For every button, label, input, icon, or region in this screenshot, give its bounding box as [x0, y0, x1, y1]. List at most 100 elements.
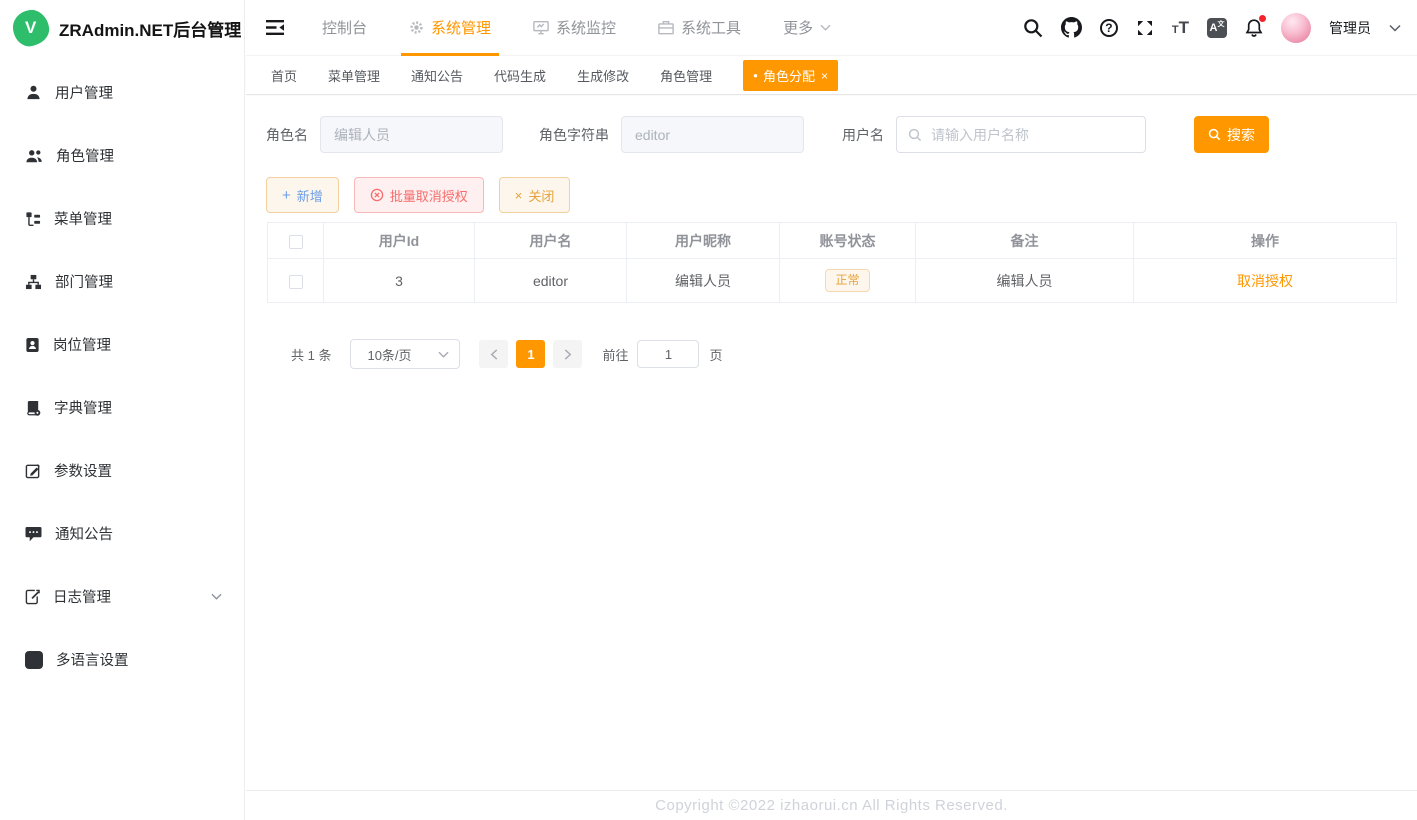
sidebar-item-post-mgmt[interactable]: 岗位管理 — [0, 313, 244, 376]
nav-item-system-monitor[interactable]: 系统监控 — [512, 0, 637, 55]
sidebar-item-dict-mgmt[interactable]: 字典管理 — [0, 376, 244, 439]
tab-home[interactable]: 首页 — [271, 66, 297, 85]
logo-icon: V — [11, 8, 52, 49]
chevron-down-icon — [438, 351, 449, 358]
cell-actions: 取消授权 — [1134, 259, 1397, 303]
sidebar-item-label: 菜单管理 — [54, 208, 112, 229]
username[interactable]: 管理员 — [1329, 18, 1371, 38]
cell-nickname: 编辑人员 — [627, 259, 780, 303]
username-input[interactable] — [931, 127, 1134, 143]
cell-status: 正常 — [780, 259, 916, 303]
search-button[interactable]: 搜索 — [1194, 116, 1269, 153]
font-size-icon[interactable]: TT — [1172, 19, 1189, 36]
filter-form: 角色名 角色字符串 用户名 搜索 — [266, 116, 1269, 153]
next-page-button[interactable] — [553, 340, 582, 368]
sidebar-item-menu-mgmt[interactable]: 菜单管理 — [0, 187, 244, 250]
sidebar-item-user-mgmt[interactable]: 用户管理 — [0, 61, 244, 124]
goto-page-input[interactable] — [637, 340, 699, 368]
github-icon[interactable] — [1061, 17, 1082, 38]
tab-role-mgmt[interactable]: 角色管理 — [660, 66, 712, 85]
users-table: 用户Id 用户名 用户昵称 账号状态 备注 操作 3 editor 编辑人员 正… — [267, 222, 1397, 303]
sidebar-item-label: 部门管理 — [55, 271, 113, 292]
role-name-label: 角色名 — [266, 125, 308, 145]
sidebar-item-label: 字典管理 — [54, 397, 112, 418]
col-actions: 操作 — [1134, 223, 1397, 259]
close-icon[interactable]: × — [821, 70, 828, 82]
revoke-auth-link[interactable]: 取消授权 — [1237, 273, 1293, 289]
search-icon — [1208, 128, 1221, 141]
chevron-down-icon[interactable] — [211, 593, 222, 600]
cell-remark: 编辑人员 — [916, 259, 1134, 303]
pagination: 共 1 条 10条/页 1 前往 页 — [291, 339, 723, 369]
page-1-button[interactable]: 1 — [516, 340, 545, 368]
sidebar-item-dept-mgmt[interactable]: 部门管理 — [0, 250, 244, 313]
prev-page-button[interactable] — [479, 340, 508, 368]
role-key-label: 角色字符串 — [539, 125, 609, 145]
add-button[interactable]: + 新增 — [266, 177, 339, 213]
sidebar-item-label: 参数设置 — [54, 460, 112, 481]
search-icon[interactable] — [1023, 18, 1043, 38]
toolbar: + 新增 批量取消授权 × 关闭 — [266, 177, 570, 213]
tab-menu-mgmt[interactable]: 菜单管理 — [328, 66, 380, 85]
fullscreen-icon[interactable] — [1136, 19, 1154, 37]
menu-tree-icon — [25, 211, 41, 227]
plus-icon: + — [282, 187, 291, 204]
col-username: 用户名 — [475, 223, 627, 259]
status-badge: 正常 — [825, 269, 869, 291]
sidebar-item-param-settings[interactable]: 参数设置 — [0, 439, 244, 502]
bell-icon[interactable] — [1245, 18, 1263, 37]
sidebar-collapse-icon[interactable] — [265, 19, 285, 36]
sidebar-item-i18n-settings[interactable]: A文 多语言设置 — [0, 628, 244, 691]
sidebar-item-label: 用户管理 — [55, 82, 113, 103]
users-icon — [25, 148, 43, 164]
help-icon[interactable]: ? — [1100, 19, 1118, 37]
nav-item-more[interactable]: 更多 — [762, 0, 852, 55]
sidebar: V ZRAdmin.NET后台管理 用户管理 角色管理 菜单管理 部门管理 — [0, 0, 245, 820]
row-checkbox[interactable] — [289, 275, 303, 289]
username-input-wrap — [896, 116, 1146, 153]
col-status: 账号状态 — [780, 223, 916, 259]
translate-icon: A文 — [25, 651, 43, 669]
tab-gen-edit[interactable]: 生成修改 — [577, 66, 629, 85]
sidebar-menu: 用户管理 角色管理 菜单管理 部门管理 岗位管理 — [0, 56, 244, 691]
tab-notice[interactable]: 通知公告 — [411, 66, 463, 85]
gear-icon — [409, 20, 424, 35]
nav-item-console[interactable]: 控制台 — [301, 0, 388, 55]
dictionary-icon — [25, 400, 41, 416]
app-logo[interactable]: V ZRAdmin.NET后台管理 — [0, 0, 244, 56]
role-key-input[interactable] — [621, 116, 804, 153]
sidebar-item-label: 角色管理 — [56, 145, 114, 166]
cell-username: editor — [475, 259, 627, 303]
sidebar-item-role-mgmt[interactable]: 角色管理 — [0, 124, 244, 187]
nav-item-system-mgmt[interactable]: 系统管理 — [388, 0, 512, 55]
briefcase-icon — [658, 20, 674, 35]
top-navigation: 控制台 系统管理 系统监控 系统工具 更多 — [301, 0, 852, 55]
col-user-id: 用户Id — [324, 223, 475, 259]
chevron-down-icon[interactable] — [1389, 24, 1401, 32]
close-button[interactable]: × 关闭 — [499, 177, 571, 213]
sidebar-item-log-mgmt[interactable]: 日志管理 — [0, 565, 244, 628]
header-actions: ? TT A文 管理员 — [1023, 13, 1417, 43]
tab-role-assign[interactable]: ● 角色分配 × — [743, 60, 838, 91]
sidebar-item-notice[interactable]: 通知公告 — [0, 502, 244, 565]
translate-icon[interactable]: A文 — [1207, 18, 1227, 38]
tab-code-gen[interactable]: 代码生成 — [494, 66, 546, 85]
top-header: 控制台 系统管理 系统监控 系统工具 更多 — [246, 0, 1417, 56]
main-content: 角色名 角色字符串 用户名 搜索 + 新增 批量取消授权 — [246, 96, 1417, 790]
copyright-text: Copyright ©2022 izhaorui.cn All Rights R… — [655, 797, 1008, 814]
nav-item-system-tools[interactable]: 系统工具 — [637, 0, 762, 55]
select-all-checkbox[interactable] — [289, 235, 303, 249]
goto-label: 前往 — [602, 345, 628, 364]
batch-revoke-button[interactable]: 批量取消授权 — [354, 177, 484, 213]
sidebar-item-label: 岗位管理 — [53, 334, 111, 355]
log-edit-icon — [25, 589, 40, 605]
page-size-select[interactable]: 10条/页 — [350, 339, 460, 369]
col-remark: 备注 — [916, 223, 1134, 259]
role-name-input[interactable] — [320, 116, 503, 153]
chat-bubble-icon — [25, 526, 42, 542]
user-avatar[interactable] — [1281, 13, 1311, 43]
app-title: ZRAdmin.NET后台管理 — [59, 16, 241, 41]
col-nickname: 用户昵称 — [627, 223, 780, 259]
edit-square-icon — [25, 463, 41, 479]
table-header-row: 用户Id 用户名 用户昵称 账号状态 备注 操作 — [268, 223, 1397, 259]
